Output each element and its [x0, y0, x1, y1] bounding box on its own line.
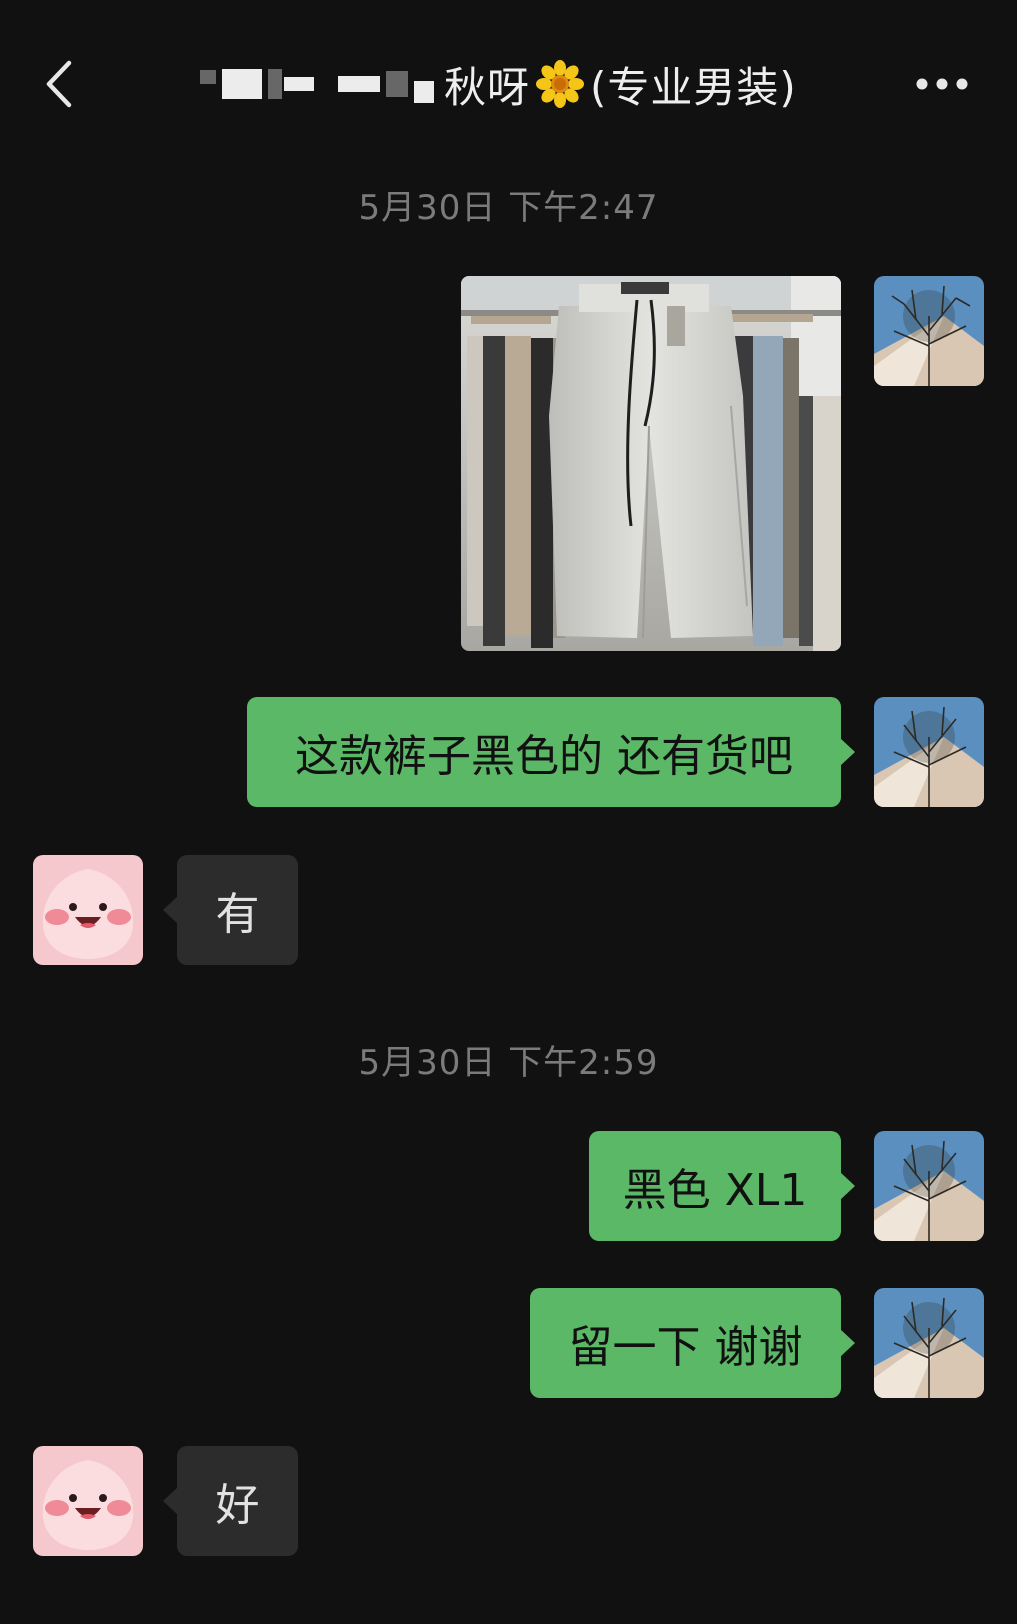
contact-message-bubble[interactable]: 有 [163, 855, 298, 965]
peach-face-avatar-icon [33, 1446, 143, 1556]
my-message-bubble[interactable]: 黑色 XL1 [589, 1131, 855, 1241]
redacted-name [200, 64, 440, 104]
tree-avatar-icon [874, 697, 984, 807]
tree-avatar-icon [874, 1288, 984, 1398]
my-avatar[interactable] [874, 276, 984, 386]
chat-header: 秋呀 (专业男装) [0, 0, 1017, 170]
contact-avatar[interactable] [33, 1446, 143, 1556]
timestamp: 5月30日 下午2:47 [358, 188, 659, 228]
more-dots-icon [916, 78, 968, 90]
my-message-bubble[interactable]: 这款裤子黑色的 还有货吧 [247, 697, 855, 807]
contact-message-bubble[interactable]: 好 [163, 1446, 298, 1556]
peach-face-avatar-icon [33, 855, 143, 965]
pants-photo [461, 276, 841, 651]
my-avatar[interactable] [874, 697, 984, 807]
chat-title-text: 秋呀 (专业男装) [444, 54, 797, 115]
chevron-left-icon [46, 60, 72, 108]
contact-avatar[interactable] [33, 855, 143, 965]
my-message-bubble[interactable]: 留一下 谢谢 [530, 1288, 855, 1398]
tree-avatar-icon [874, 276, 984, 386]
timestamp: 5月30日 下午2:59 [358, 1043, 659, 1083]
sunflower-icon [536, 60, 585, 108]
image-message-pants-photo[interactable] [461, 276, 841, 651]
chat-title: 秋呀 (专业男装) [200, 52, 830, 116]
my-avatar[interactable] [874, 1288, 984, 1398]
my-avatar[interactable] [874, 1131, 984, 1241]
chat-title-name: 秋呀 [444, 62, 531, 112]
more-options-button[interactable] [910, 62, 974, 106]
tree-avatar-icon [874, 1131, 984, 1241]
back-button[interactable] [36, 52, 80, 116]
chat-title-suffix: (专业男装) [590, 62, 797, 112]
